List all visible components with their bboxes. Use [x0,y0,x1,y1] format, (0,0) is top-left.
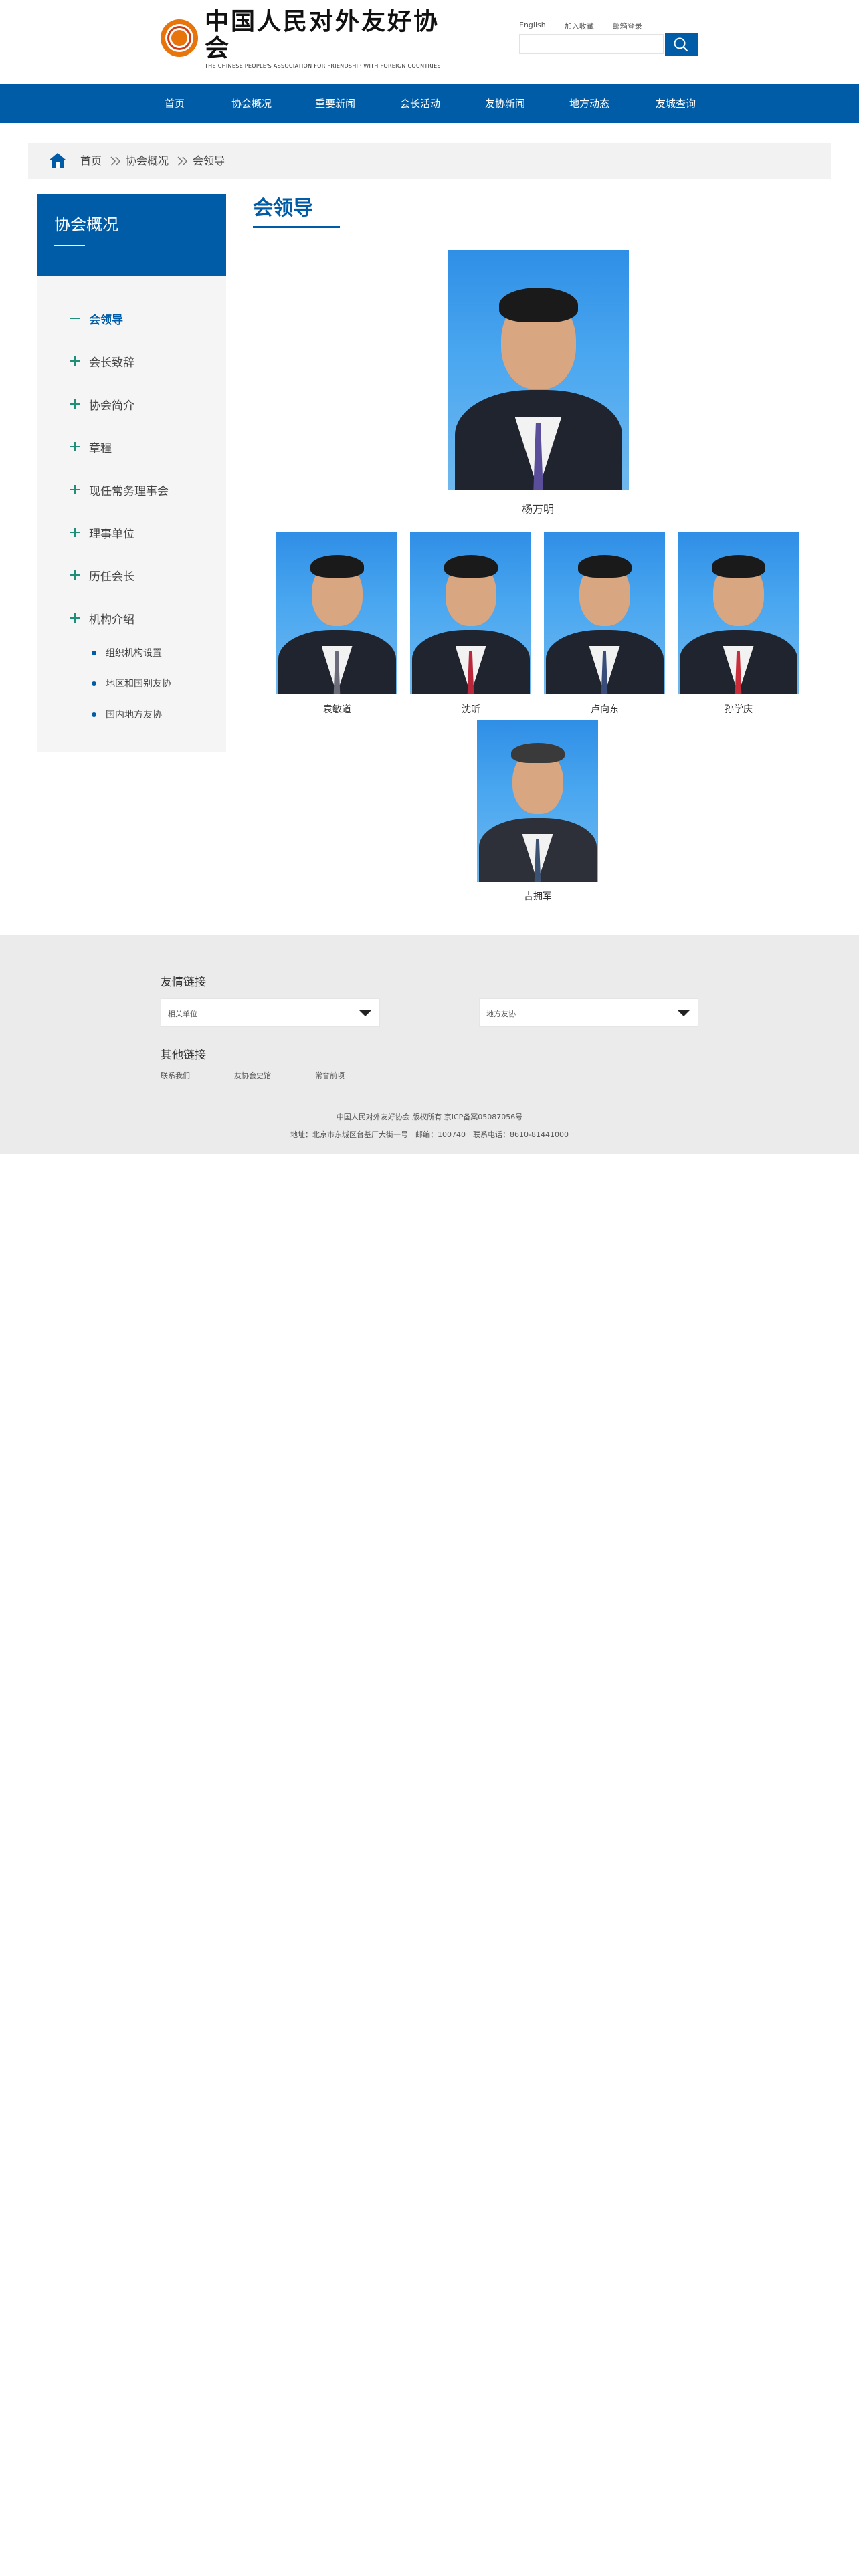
sidebar-item-label: 理事单位 [89,527,134,541]
caret-down-icon [359,1010,371,1016]
other-links-title: 其他链接 [161,1049,206,1062]
sidebar-subitem-regional-associations[interactable]: 地区和国别友协 [92,677,171,690]
photo-hair [310,555,364,578]
sidebar-item-label: 历任会长 [89,570,134,584]
sidebar-item-label: 协会简介 [89,399,134,413]
leader-name: 袁敏道 [323,704,351,715]
main-nav: 首页 协会概况 重要新闻 会长活动 友协新闻 地方动态 友城查询 [0,84,859,123]
site-logo[interactable]: 中国人民对外友好协会 THE CHINESE PEOPLE'S ASSOCIAT… [161,8,441,69]
related-units-select[interactable]: 相关单位 [161,998,380,1027]
friend-links-title: 友情链接 [161,976,206,989]
double-chevron-right-icon [177,156,188,166]
logo-chinese-name: 中国人民对外友好协会 [205,7,440,62]
select-value: 相关单位 [168,1010,197,1018]
title-accent [253,226,340,228]
nav-association-news[interactable]: 友协新闻 [485,84,525,123]
leader-photo[interactable] [276,532,397,694]
add-favorite-link[interactable]: 加入收藏 [565,21,594,31]
leader-name: 卢向东 [591,704,619,715]
photo-hair [711,555,765,578]
plus-icon [69,526,81,538]
nav-home[interactable]: 首页 [165,84,185,123]
leader-name: 沈昕 [462,704,480,715]
nav-sister-city-search[interactable]: 友城查询 [656,84,696,123]
photo-hair [498,288,578,322]
nav-overview[interactable]: 协会概况 [231,84,272,123]
sidebar-item-label: 会长致辞 [89,356,134,370]
leader-photo[interactable] [477,720,598,882]
association-emblem-icon [161,19,198,57]
leader-photo[interactable] [448,250,629,490]
sidebar-subitem-local-associations[interactable]: 国内地方友协 [92,708,162,721]
sidebar-item-past-presidents[interactable]: 历任会长 [69,567,134,584]
photo-hair [577,555,632,578]
nav-important-news[interactable]: 重要新闻 [315,84,355,123]
minus-icon [69,312,81,324]
sidebar-item-leaders[interactable]: 会领导 [69,310,123,327]
history-hall-link[interactable]: 友协会史馆 [234,1070,271,1081]
mail-login-link[interactable]: 邮箱登录 [613,21,642,31]
sidebar-item-label: 会领导 [89,313,123,327]
breadcrumb-current: 会领导 [193,154,225,167]
address-text: 地址：北京市东城区台基厂大街一号 邮编：100740 联系电话：8610-814… [290,1130,569,1139]
sidebar-item-label: 机构介绍 [89,613,134,627]
leader-photo[interactable] [410,532,531,694]
sidebar-subitem-label: 国内地方友协 [106,710,162,720]
top-links: English 加入收藏 邮箱登录 [519,21,642,31]
plus-icon [69,441,81,453]
breadcrumb-home[interactable]: 首页 [80,143,102,179]
other-link-3[interactable]: 常誉前项 [315,1070,345,1081]
sidebar-subitem-label: 地区和国别友协 [106,679,171,689]
double-chevron-right-icon [110,156,121,166]
bullet-dot-icon [92,712,96,717]
plus-icon [69,612,81,624]
search-icon [674,37,688,52]
sidebar-subitem-label: 组织机构设置 [106,648,162,659]
select-value: 地方友协 [486,1010,516,1018]
search-button[interactable] [665,33,698,56]
page-title: 会领导 [253,197,313,220]
copyright-text: 中国人民对外友好协会 版权所有 京ICP备案05087056号 [336,1113,523,1121]
sidebar-item-charter[interactable]: 章程 [69,439,112,455]
leader-photo[interactable] [678,532,799,694]
nav-local-news[interactable]: 地方动态 [569,84,609,123]
contact-us-link[interactable]: 联系我们 [161,1070,190,1081]
plus-icon [69,484,81,496]
leader-name: 杨万明 [521,503,555,516]
local-associations-select[interactable]: 地方友协 [479,998,698,1027]
nav-president-activities[interactable]: 会长活动 [400,84,440,123]
sidebar-item-introduction[interactable]: 协会简介 [69,396,134,413]
leader-photo[interactable] [544,532,665,694]
home-icon[interactable] [48,151,67,170]
breadcrumb: 首页 协会概况 会领导 [28,143,831,179]
breadcrumb-overview[interactable]: 协会概况 [126,143,169,179]
bullet-dot-icon [92,650,96,655]
plus-icon [69,398,81,410]
sidebar-item-council-members[interactable]: 理事单位 [69,524,134,541]
logo-text: 中国人民对外友好协会 THE CHINESE PEOPLE'S ASSOCIAT… [205,8,441,69]
sidebar-title: 协会概况 [54,215,118,234]
sidebar-item-label: 章程 [89,441,112,455]
plus-icon [69,569,81,581]
sidebar-item-standing-council[interactable]: 现任常务理事会 [69,481,169,498]
english-link[interactable]: English [519,21,546,31]
leader-name: 孙学庆 [725,704,753,715]
photo-hair [510,743,565,763]
sidebar-item-president-speech[interactable]: 会长致辞 [69,353,134,370]
site-header: 中国人民对外友好协会 THE CHINESE PEOPLE'S ASSOCIAT… [0,0,859,84]
search-input[interactable] [519,34,664,54]
plus-icon [69,355,81,367]
site-footer: 友情链接 相关单位 地方友协 其他链接 联系我们 友协会史馆 常誉前项 中国人民… [0,935,859,1154]
bullet-dot-icon [92,681,96,686]
sidebar-header: 协会概况 [37,194,226,276]
sidebar-subitem-structure[interactable]: 组织机构设置 [92,646,162,659]
caret-down-icon [678,1010,690,1016]
photo-hair [444,555,498,578]
leader-name: 吉拥军 [524,891,552,902]
logo-english-name: THE CHINESE PEOPLE'S ASSOCIATION FOR FRI… [205,62,441,69]
sidebar-title-rule [54,245,85,246]
sidebar: 协会概况 会领导 会长致辞 协会简介 章程 现任常务理事会 理事单位 历任会长 … [37,194,226,752]
sidebar-item-label: 现任常务理事会 [89,484,169,498]
sidebar-item-organization[interactable]: 机构介绍 [69,610,134,627]
